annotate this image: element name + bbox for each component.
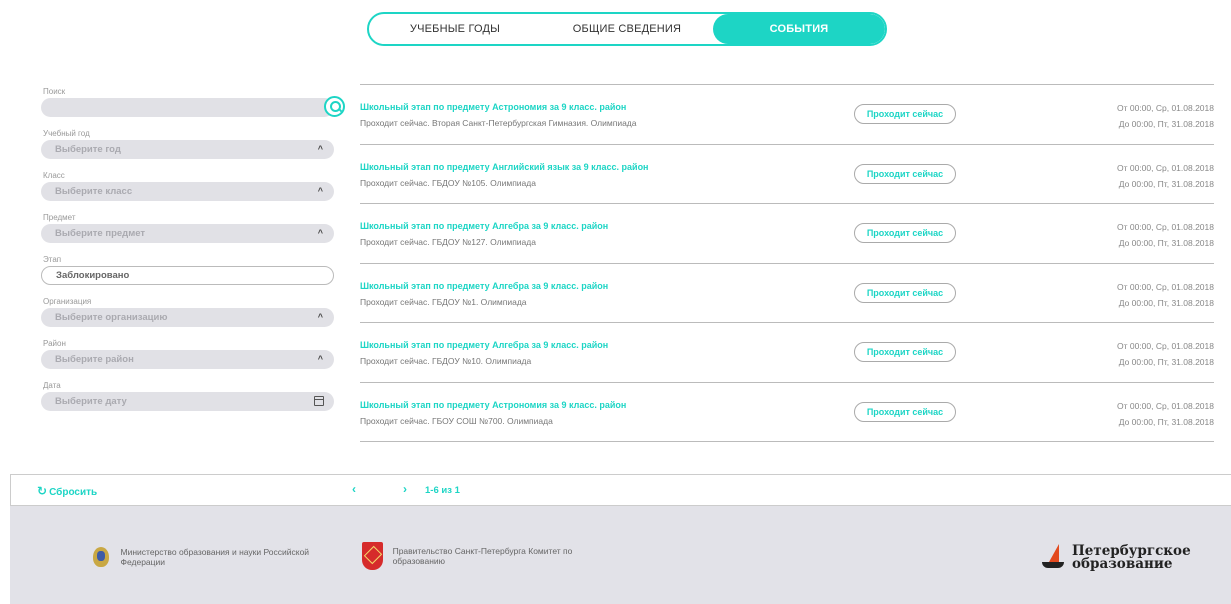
chevron-up-icon: ^ — [317, 228, 323, 238]
event-end: До 00:00, Пт, 31.08.2018 — [1118, 178, 1214, 189]
tabs-bar: УЧЕБНЫЕ ГОДЫ ОБЩИЕ СВЕДЕНИЯ СОБЫТИЯ — [367, 12, 887, 46]
event-start: От 00:00, Ср, 01.08.2018 — [1117, 162, 1214, 173]
ship-icon — [1040, 544, 1066, 572]
event-title[interactable]: Школьный этап по предмету Алгебра за 9 к… — [360, 281, 608, 291]
status-button[interactable]: Проходит сейчас — [854, 223, 956, 243]
event-start: От 00:00, Ср, 01.08.2018 — [1117, 400, 1214, 411]
event-end: До 00:00, Пт, 31.08.2018 — [1118, 357, 1214, 367]
chevron-up-icon: ^ — [317, 312, 323, 322]
calendar-icon[interactable] — [314, 396, 324, 406]
ministry-link[interactable]: Министерство образования и науки Российс… — [90, 544, 340, 570]
event-title[interactable]: Школьный этап по предмету Астрономия за … — [360, 102, 626, 112]
chevron-up-icon: ^ — [317, 186, 323, 196]
filters-panel: Поиск Учебный год Выберите год ^ Класс Вы… — [41, 86, 345, 422]
organization-select[interactable]: Выберите организацию ^ — [41, 308, 334, 327]
event-start: От 00:00, Ср, 01.08.2018 — [1117, 222, 1214, 232]
status-button[interactable]: Проходит сейчас — [854, 401, 956, 422]
year-label: Учебный год — [43, 129, 90, 138]
event-start: От 00:00, Ср, 01.08.2018 — [1117, 281, 1214, 292]
event-subtitle: Проходит сейчас. ГБДОУ №127. Олимпиада — [360, 237, 536, 247]
date-picker[interactable]: Выберите дату — [41, 392, 334, 411]
event-end: До 00:00, Пт, 31.08.2018 — [1118, 297, 1214, 308]
list-item: Школьный этап по предмету Английский язы… — [360, 145, 1214, 204]
stage-field: Заблокировано — [41, 266, 334, 285]
event-end: До 00:00, Пт, 31.08.2018 — [1118, 119, 1214, 129]
status-button[interactable]: Проходит сейчас — [854, 282, 956, 303]
event-title[interactable]: Школьный этап по предмету Английский язы… — [360, 162, 649, 172]
event-end: До 00:00, Пт, 31.08.2018 — [1118, 238, 1214, 248]
district-placeholder: Выберите район — [55, 354, 134, 365]
stage-label: Этап — [43, 255, 62, 264]
organization-label: Организация — [43, 297, 92, 306]
spb-coat-of-arms-icon — [362, 542, 383, 570]
tab-events[interactable]: СОБЫТИЯ — [713, 14, 885, 44]
subject-label: Предмет — [43, 213, 76, 222]
year-placeholder: Выберите год — [55, 144, 121, 155]
chevron-up-icon: ^ — [317, 144, 323, 154]
list-item: Школьный этап по предмету Алгебра за 9 к… — [360, 323, 1214, 383]
prev-page-button[interactable]: ‹ — [352, 482, 356, 496]
list-item: Школьный этап по предмету Алгебра за 9 к… — [360, 204, 1214, 264]
tab-general-info[interactable]: ОБЩИЕ СВЕДЕНИЯ — [541, 14, 713, 44]
search-label: Поиск — [43, 87, 66, 96]
tab-academic-years[interactable]: УЧЕБНЫЕ ГОДЫ — [369, 14, 541, 44]
page-info: 1-6 из 1 — [425, 485, 460, 496]
refresh-icon: ↻ — [37, 484, 48, 498]
search-icon[interactable] — [324, 96, 345, 117]
event-subtitle: Проходит сейчас. ГБДОУ №1. Олимпиада — [360, 296, 527, 307]
event-start: От 00:00, Ср, 01.08.2018 — [1117, 341, 1214, 351]
event-subtitle: Проходит сейчас. ГБОУ СОШ №700. Олимпиад… — [360, 415, 553, 426]
footer: Министерство образования и науки Российс… — [10, 506, 1231, 604]
next-page-button[interactable]: › — [403, 482, 407, 496]
event-subtitle: Проходит сейчас. Вторая Санкт-Петербургс… — [360, 118, 637, 128]
status-button[interactable]: Проходит сейчас — [854, 342, 956, 362]
subject-placeholder: Выберите предмет — [55, 228, 146, 239]
status-button[interactable]: Проходит сейчас — [854, 104, 956, 124]
event-title[interactable]: Школьный этап по предмету Астрономия за … — [360, 400, 626, 410]
date-placeholder: Выберите дату — [55, 396, 127, 407]
district-select[interactable]: Выберите район ^ — [41, 350, 334, 369]
pagination-bar: ↻ Сбросить ‹ › 1-6 из 1 — [10, 474, 1231, 506]
event-title[interactable]: Школьный этап по предмету Алгебра за 9 к… — [360, 340, 608, 350]
list-item: Школьный этап по предмету Астрономия за … — [360, 85, 1214, 145]
class-placeholder: Выберите класс — [55, 186, 133, 197]
event-start: От 00:00, Ср, 01.08.2018 — [1117, 103, 1214, 113]
government-name: Правительство Санкт-Петербурга Комитет п… — [392, 546, 573, 566]
ministry-emblem-icon — [90, 544, 111, 570]
reset-button[interactable]: ↻ Сбросить — [37, 484, 97, 498]
district-label: Район — [43, 339, 66, 348]
chevron-up-icon: ^ — [317, 354, 323, 364]
organization-placeholder: Выберите организацию — [55, 312, 168, 323]
logo-line-2: образование — [1072, 556, 1173, 572]
class-select[interactable]: Выберите класс ^ — [41, 182, 334, 201]
reset-label: Сбросить — [49, 487, 98, 498]
government-link[interactable]: Правительство Санкт-Петербурга Комитет п… — [362, 542, 612, 570]
list-item: Школьный этап по предмету Астрономия за … — [360, 383, 1214, 442]
ministry-name: Министерство образования и науки Российс… — [120, 547, 310, 567]
subject-select[interactable]: Выберите предмет ^ — [41, 224, 334, 243]
event-subtitle: Проходит сейчас. ГБДОУ №105. Олимпиада — [360, 177, 536, 188]
class-label: Класс — [43, 171, 65, 180]
event-end: До 00:00, Пт, 31.08.2018 — [1118, 416, 1214, 427]
date-label: Дата — [43, 381, 61, 390]
events-list: Школьный этап по предмету Астрономия за … — [360, 84, 1214, 442]
status-button[interactable]: Проходит сейчас — [854, 163, 956, 184]
event-title[interactable]: Школьный этап по предмету Алгебра за 9 к… — [360, 221, 608, 231]
year-select[interactable]: Выберите год ^ — [41, 140, 334, 159]
list-item: Школьный этап по предмету Алгебра за 9 к… — [360, 264, 1214, 323]
search-input[interactable] — [41, 98, 334, 117]
event-subtitle: Проходит сейчас. ГБДОУ №10. Олимпиада — [360, 356, 532, 366]
petersburg-education-logo[interactable]: Петербургское образование — [1040, 544, 1191, 572]
